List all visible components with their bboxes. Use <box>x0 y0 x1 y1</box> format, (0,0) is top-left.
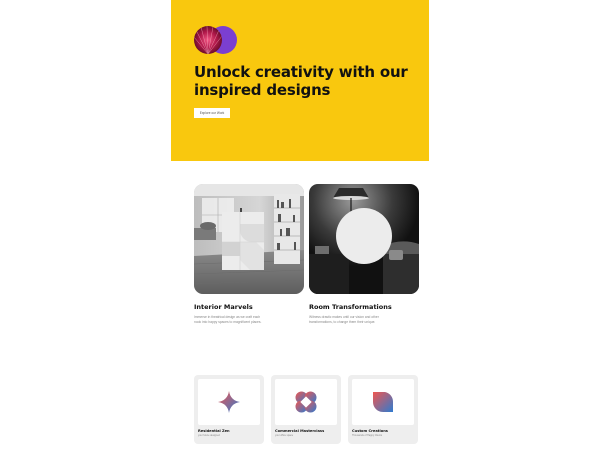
feature-image <box>194 184 304 294</box>
feature-description: Immerse in theatrical design as we craft… <box>194 315 262 324</box>
feature-card[interactable]: Interior Marvels Immerse in theatrical d… <box>194 184 304 324</box>
service-subtitle: Thousands of Happy Clients <box>352 434 383 437</box>
service-title: Custom Creations <box>352 429 388 433</box>
avatar-group <box>194 26 237 54</box>
service-icon-panel <box>352 379 414 425</box>
avatar-image <box>194 26 222 54</box>
hero-title: Unlock creativity with our inspired desi… <box>194 63 408 99</box>
quatrefoil-icon <box>295 391 317 413</box>
feature-title: Room Transformations <box>309 303 392 311</box>
service-card[interactable]: Commercial Masterclass your office space <box>271 375 341 444</box>
service-title: Commercial Masterclass <box>275 429 325 433</box>
service-subtitle: your future designed <box>198 434 220 437</box>
feature-title: Interior Marvels <box>194 303 253 311</box>
interior-photo <box>194 184 304 294</box>
service-title: Residential Zen <box>198 429 230 433</box>
four-point-star-icon <box>218 391 240 413</box>
feature-description: Witness drastic makes until our vision a… <box>309 315 379 324</box>
page: Unlock creativity with our inspired desi… <box>0 0 600 450</box>
content-column: Unlock creativity with our inspired desi… <box>171 0 429 450</box>
service-icon-panel <box>198 379 260 425</box>
service-card[interactable]: Custom Creations Thousands of Happy Clie… <box>348 375 418 444</box>
service-subtitle: your office space <box>275 434 294 437</box>
feature-card[interactable]: Room Transformations Witness drastic mak… <box>309 184 419 324</box>
avatar <box>194 26 222 54</box>
leaf-icon <box>373 392 394 412</box>
feature-image <box>309 184 419 294</box>
explore-work-button[interactable]: Explore our Work <box>194 108 230 118</box>
service-card[interactable]: Residential Zen your future designed <box>194 375 264 444</box>
service-icon-panel <box>275 379 337 425</box>
bedroom-photo <box>309 184 419 294</box>
hero-section: Unlock creativity with our inspired desi… <box>171 0 429 161</box>
